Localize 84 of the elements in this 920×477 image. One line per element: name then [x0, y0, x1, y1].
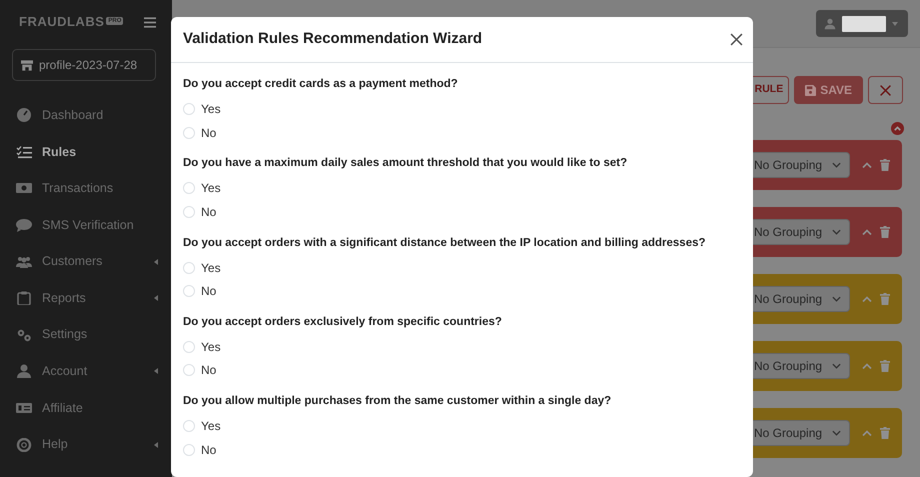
option-label: Yes [201, 418, 221, 435]
caret-down-icon [892, 22, 898, 26]
id-card-icon [16, 401, 32, 416]
gears-icon [16, 328, 32, 342]
option-label: No [201, 204, 216, 221]
store-icon [21, 60, 33, 70]
option-label: No [201, 442, 216, 458]
radio-button[interactable] [183, 444, 195, 456]
move-up-button[interactable] [862, 362, 872, 370]
trash-icon [880, 159, 890, 171]
redacted-name [842, 16, 886, 32]
user-icon [16, 364, 32, 378]
option-label: Yes [201, 180, 221, 198]
trash-icon [880, 226, 890, 238]
trash-icon [880, 427, 890, 439]
user-icon [824, 18, 836, 30]
sidebar-item[interactable]: SMS Verification [0, 206, 172, 244]
move-up-button[interactable] [862, 430, 872, 436]
option-label: Yes [201, 101, 221, 118]
close-icon [730, 33, 743, 46]
question-text: Do you accept credit cards as a payment method? [183, 77, 459, 92]
gauge-icon [16, 108, 32, 122]
chevron-down-icon [832, 296, 841, 302]
collapse-icon [891, 122, 904, 135]
question-text: Do you accept orders with a significant distance between the IP location and billing addresses? [183, 236, 707, 250]
chevron-up-icon [862, 162, 872, 168]
move-up-button[interactable] [862, 162, 872, 168]
radio-button[interactable] [183, 262, 195, 274]
radio-button[interactable] [183, 206, 195, 218]
delete-button[interactable] [880, 159, 890, 171]
chevron-down-icon [832, 162, 841, 168]
user-menu-button[interactable] [816, 10, 908, 37]
menu-icon [144, 16, 156, 28]
radio-button[interactable] [183, 103, 195, 115]
users-icon [16, 254, 32, 269]
chevron-down-icon [832, 430, 841, 436]
sidebar-item[interactable]: Reports [0, 280, 172, 317]
chevron-up-icon [862, 362, 872, 370]
clipboard-icon [16, 291, 32, 306]
option-label: Yes [201, 260, 221, 276]
menu-toggle[interactable] [144, 16, 156, 28]
move-up-button[interactable] [862, 228, 872, 236]
money-icon [16, 181, 32, 196]
radio-button[interactable] [183, 340, 195, 353]
radio-button[interactable] [183, 126, 195, 138]
sidebar-item[interactable]: Dashboard [0, 97, 172, 134]
option-label: No [201, 283, 216, 300]
sidebar-item[interactable]: Customers [0, 243, 172, 280]
delete-button[interactable] [880, 360, 890, 372]
chevron-up-icon [862, 296, 872, 302]
close-button[interactable] [730, 33, 743, 46]
delete-button[interactable] [880, 427, 890, 439]
trash-icon [880, 293, 890, 305]
delete-button[interactable] [880, 293, 890, 305]
dialog-title: Validation Rules Recommendation Wizard [183, 29, 482, 50]
save-button[interactable]: SAVE [794, 76, 863, 104]
question-text: Do you have a maximum daily sales amount threshold that you would like to set? [183, 156, 628, 172]
radio-button[interactable] [183, 364, 195, 376]
radio-button[interactable] [183, 182, 195, 194]
option-label: No [201, 124, 216, 142]
chevron-up-icon [862, 228, 872, 236]
checklist-icon [16, 144, 32, 159]
move-up-button[interactable] [862, 296, 872, 302]
sidebar-item[interactable]: Help [0, 426, 172, 463]
sidebar-item[interactable]: Rules [0, 134, 172, 170]
question-text: Do you accept orders exclusively from specific countries? [183, 314, 503, 330]
sidebar-item[interactable]: Account [0, 353, 172, 390]
chevron-down-icon [832, 363, 841, 369]
chevron-down-icon [832, 229, 841, 235]
sidebar-item[interactable]: Transactions [0, 170, 172, 207]
lifebuoy-icon [16, 438, 32, 452]
question-text: Do you allow multiple purchases from the same customer within a single day? [183, 394, 612, 409]
radio-button[interactable] [183, 420, 195, 432]
chat-bubble-icon [16, 218, 32, 232]
radio-button[interactable] [183, 285, 195, 297]
tools-button[interactable] [868, 76, 903, 104]
profile-selector[interactable]: profile-2023-07-28 [12, 49, 156, 81]
delete-button[interactable] [880, 226, 890, 238]
chevron-up-icon [862, 430, 872, 436]
sidebar-item[interactable]: Settings [0, 316, 172, 354]
sidebar-item[interactable]: Affiliate [0, 390, 172, 426]
option-label: Yes [201, 338, 221, 356]
option-label: No [201, 362, 216, 380]
trash-icon [880, 360, 890, 372]
